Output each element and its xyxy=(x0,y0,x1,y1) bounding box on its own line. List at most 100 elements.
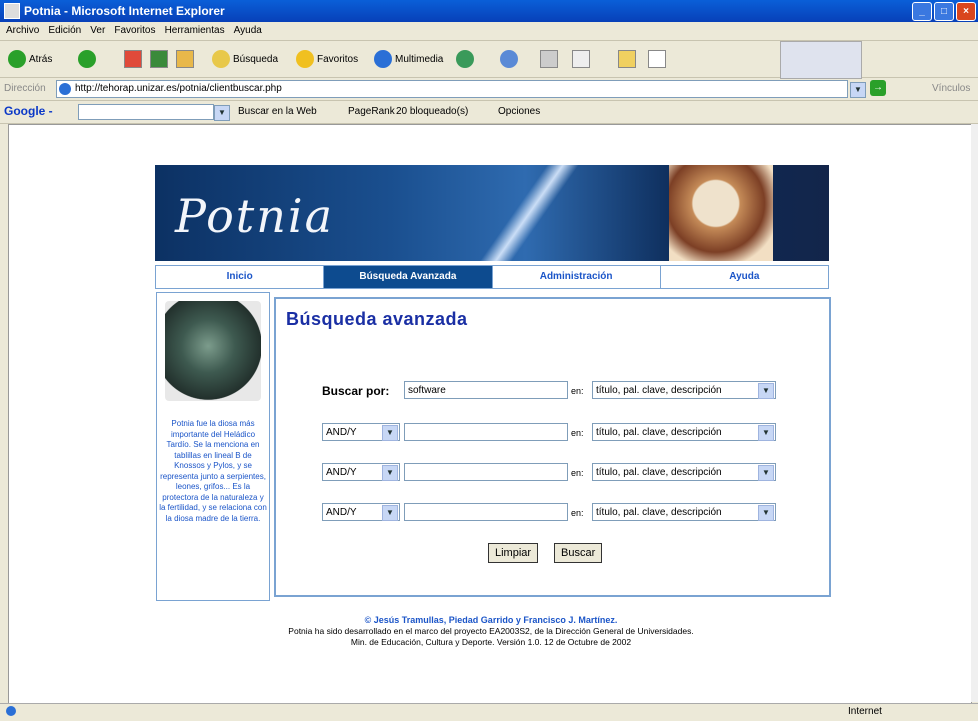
field-select-1[interactable]: título, pal. clave, descripción ▼ xyxy=(592,381,776,399)
nav-ayuda[interactable]: Ayuda xyxy=(661,266,828,288)
google-dropdown-icon[interactable]: ▼ xyxy=(214,105,230,121)
google-logo[interactable]: Google - xyxy=(4,104,53,118)
en-label: en: xyxy=(571,428,584,438)
menu-herramientas[interactable]: Herramientas xyxy=(165,25,225,36)
links-label[interactable]: Vínculos xyxy=(932,83,970,94)
google-search-input[interactable] xyxy=(78,104,214,120)
search-input-2[interactable] xyxy=(404,423,568,441)
vertical-scrollbar[interactable] xyxy=(971,124,978,702)
close-button[interactable]: × xyxy=(956,2,976,21)
sidebar-text: Potnia fue la diosa más importante del H… xyxy=(159,419,267,523)
nav-busqueda-avanzada[interactable]: Búsqueda Avanzada xyxy=(324,266,493,288)
edit-button[interactable] xyxy=(572,49,593,69)
media-button[interactable]: Multimedia xyxy=(374,49,443,69)
minimize-button[interactable]: _ xyxy=(912,2,932,21)
home-icon xyxy=(176,50,194,68)
print-icon xyxy=(540,50,558,68)
popup-blocker[interactable]: 20 bloqueado(s) xyxy=(396,106,468,117)
search-row-1: Buscar por: software en: título, pal. cl… xyxy=(276,381,829,401)
standard-toolbar: Atrás Búsqueda Favoritos Multimedia xyxy=(0,41,978,79)
title-bar: Potnia - Microsoft Internet Explorer _ □ × xyxy=(0,0,978,22)
maximize-button[interactable]: □ xyxy=(934,2,954,21)
menu-archivo[interactable]: Archivo xyxy=(6,25,39,36)
menu-edicion[interactable]: Edición xyxy=(48,25,81,36)
web-page: Potnia Inicio Búsqueda Avanzada Administ… xyxy=(8,124,972,704)
pagerank-indicator: PageRank xyxy=(348,106,395,117)
refresh-icon xyxy=(150,50,168,68)
page-icon xyxy=(648,50,666,68)
stop-button[interactable] xyxy=(124,49,145,69)
mail-button[interactable] xyxy=(500,49,521,69)
potnia-coin-image xyxy=(165,301,261,401)
folder-button[interactable] xyxy=(618,49,639,69)
site-logo: Potnia xyxy=(175,189,335,243)
go-button[interactable]: → xyxy=(870,80,886,96)
search-input-3[interactable] xyxy=(404,463,568,481)
chevron-down-icon: ▼ xyxy=(758,465,774,481)
history-icon xyxy=(456,50,474,68)
address-input[interactable]: http://tehorap.unizar.es/potnia/clientbu… xyxy=(56,80,848,98)
search-web-button[interactable]: Buscar en la Web xyxy=(238,106,317,117)
search-row-4: AND/Y ▼ en: título, pal. clave, descripci… xyxy=(276,503,829,523)
field-select-3[interactable]: título, pal. clave, descripción ▼ xyxy=(592,463,776,481)
site-banner: Potnia xyxy=(155,165,829,261)
search-panel: Búsqueda avanzada Buscar por: software e… xyxy=(274,297,831,597)
chevron-down-icon: ▼ xyxy=(382,425,398,441)
chevron-down-icon: ▼ xyxy=(758,505,774,521)
en-label: en: xyxy=(571,508,584,518)
refresh-button[interactable] xyxy=(150,49,171,69)
history-button[interactable] xyxy=(456,49,477,69)
back-button[interactable]: Atrás xyxy=(8,49,52,69)
favorites-button[interactable]: Favoritos xyxy=(296,49,358,69)
field-select-2[interactable]: título, pal. clave, descripción ▼ xyxy=(592,423,776,441)
nav-administracion[interactable]: Administración xyxy=(493,266,661,288)
forward-arrow-icon xyxy=(78,50,96,68)
windows-logo-throbber xyxy=(780,41,862,79)
footer-authors[interactable]: © Jesús Tramullas, Piedad Garrido y Fran… xyxy=(155,615,827,626)
forward-button[interactable] xyxy=(78,49,99,69)
operator-select-3[interactable]: AND/Y ▼ xyxy=(322,463,400,481)
search-label: Buscar por: xyxy=(322,384,390,398)
page-title: Búsqueda avanzada xyxy=(286,309,468,329)
search-button[interactable]: Búsqueda xyxy=(212,49,278,69)
banner-streak xyxy=(477,165,579,261)
operator-select-4[interactable]: AND/Y ▼ xyxy=(322,503,400,521)
nav-inicio[interactable]: Inicio xyxy=(156,266,325,288)
google-toolbar: Google - ▼ Buscar en la Web PageRank 20 … xyxy=(0,101,978,124)
menu-favoritos[interactable]: Favoritos xyxy=(114,25,155,36)
page-icon xyxy=(59,83,71,95)
window-title: Potnia - Microsoft Internet Explorer xyxy=(24,4,225,18)
address-label: Dirección xyxy=(4,83,46,94)
messenger-button[interactable] xyxy=(648,49,669,69)
field-select-4[interactable]: título, pal. clave, descripción ▼ xyxy=(592,503,776,521)
site-nav: Inicio Búsqueda Avanzada Administración … xyxy=(155,265,829,289)
sidebar: Potnia fue la diosa más importante del H… xyxy=(156,292,270,601)
operator-select-2[interactable]: AND/Y ▼ xyxy=(322,423,400,441)
stop-icon xyxy=(124,50,142,68)
media-icon xyxy=(374,50,392,68)
print-button[interactable] xyxy=(540,49,561,69)
star-icon xyxy=(296,50,314,68)
ie-icon xyxy=(4,3,20,19)
home-button[interactable] xyxy=(176,49,197,69)
en-label: en: xyxy=(571,386,584,396)
search-icon xyxy=(212,50,230,68)
security-zone: Internet xyxy=(848,706,882,717)
address-bar: Dirección http://tehorap.unizar.es/potni… xyxy=(0,78,978,101)
search-button[interactable]: Buscar xyxy=(554,543,603,563)
menu-ayuda[interactable]: Ayuda xyxy=(234,25,262,36)
footer-line-2: Min. de Educación, Cultura y Deporte. Ve… xyxy=(350,637,632,647)
chevron-down-icon: ▼ xyxy=(382,465,398,481)
chevron-down-icon: ▼ xyxy=(758,383,774,399)
folder-icon xyxy=(618,50,636,68)
menu-ver[interactable]: Ver xyxy=(90,25,105,36)
page-status-icon xyxy=(6,706,16,716)
button-row: Limpiar Buscar xyxy=(276,543,829,563)
clear-button[interactable]: Limpiar xyxy=(488,543,539,563)
status-bar: Internet xyxy=(0,703,978,721)
search-input-4[interactable] xyxy=(404,503,568,521)
search-input-1[interactable]: software xyxy=(404,381,568,399)
en-label: en: xyxy=(571,468,584,478)
options-button[interactable]: Opciones xyxy=(498,106,540,117)
address-dropdown-icon[interactable]: ▼ xyxy=(850,82,866,98)
